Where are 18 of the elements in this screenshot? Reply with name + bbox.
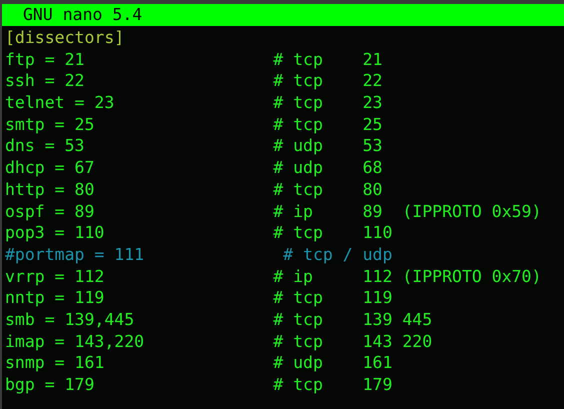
config-line: imap = 143,220 # tcp 143 220 [5, 330, 432, 352]
config-line: smtp = 25 # tcp 25 [5, 114, 382, 136]
config-line: ssh = 22 # tcp 22 [5, 70, 382, 92]
config-line: ospf = 89 # ip 89 (IPPROTO 0x59) [5, 200, 542, 222]
config-line: dhcp = 67 # udp 68 [5, 157, 382, 179]
config-line: ftp = 21 # tcp 21 [5, 48, 382, 70]
config-line: vrrp = 112 # ip 112 (IPPROTO 0x70) [5, 266, 542, 288]
config-line: pop3 = 110 # tcp 110 [5, 222, 392, 244]
section-header: [dissectors] [5, 27, 124, 49]
config-line: telnet = 23 # tcp 23 [5, 92, 382, 114]
config-line: http = 80 # tcp 80 [5, 178, 382, 200]
title-bar: GNU nano 5.4 [2, 4, 564, 26]
config-line: nntp = 119 # tcp 119 [5, 287, 392, 309]
config-line: bgp = 179 # tcp 179 [5, 374, 392, 396]
config-line: snmp = 161 # udp 161 [5, 352, 392, 374]
config-line: dns = 53 # udp 53 [5, 135, 382, 158]
comment-line: #portmap = 111 # tcp / udp [5, 244, 392, 266]
config-line: smb = 139,445 # tcp 139 445 [5, 308, 432, 331]
